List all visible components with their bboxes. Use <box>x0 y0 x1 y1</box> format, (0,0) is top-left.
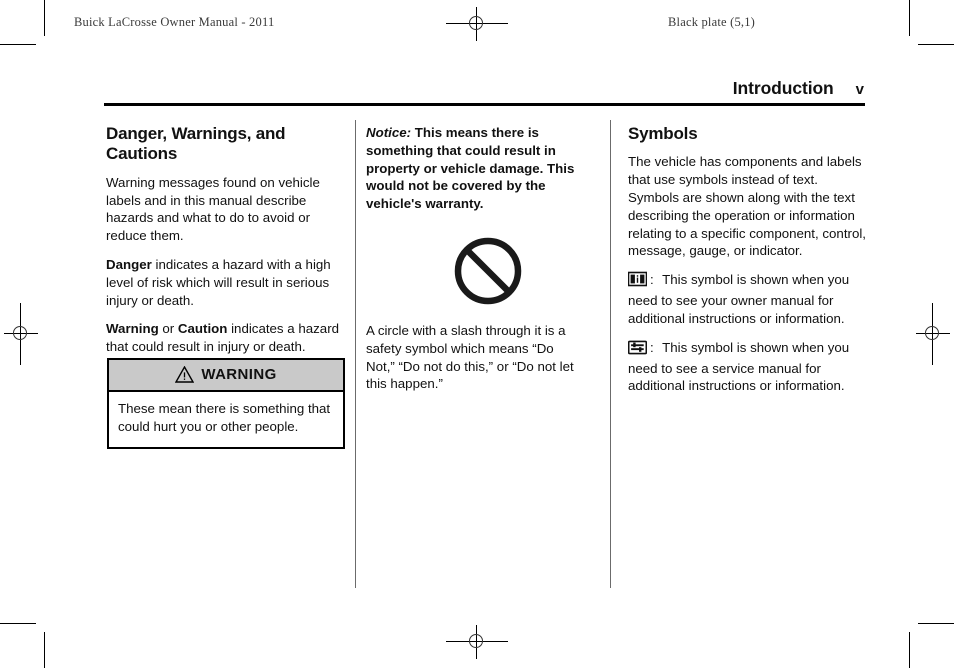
registration-crosshair-icon-top <box>446 7 508 41</box>
warning-box-title: WARNING <box>201 366 277 383</box>
page-title: Introduction <box>732 78 834 98</box>
owner-manual-symbol-separator: : <box>650 272 654 288</box>
warning-triangle-icon <box>175 366 195 383</box>
service-manual-symbol-text: This symbol is shown when you need to se… <box>628 339 850 394</box>
registration-crosshair-icon-bottom <box>446 625 508 659</box>
term-conjunction: or <box>158 321 178 337</box>
header-rule <box>104 103 865 106</box>
warning-callout-box: WARNING These mean there is something th… <box>107 358 345 449</box>
crop-mark-bottom-right-vertical <box>909 632 910 668</box>
term-warning: Warning <box>106 321 159 337</box>
term-danger: Danger <box>106 257 152 273</box>
column-middle-caption: A circle with a slash through it is a sa… <box>366 322 581 393</box>
crop-mark-bottom-left-vertical <box>44 632 45 668</box>
crop-mark-top-left-vertical <box>44 0 45 36</box>
registration-crosshair-icon-left <box>4 303 38 365</box>
crop-mark-top-right-vertical <box>909 0 910 36</box>
crop-mark-bottom-left-horizontal <box>0 623 36 624</box>
term-caution: Caution <box>177 321 228 337</box>
owner-manual-symbol-text: This symbol is shown when you need to se… <box>628 272 850 326</box>
paragraph-notice: Notice: This means there is something th… <box>366 124 581 213</box>
column-right: Symbols The vehicle has components and l… <box>627 124 871 395</box>
circle-slash-icon <box>452 235 524 307</box>
heading-danger-warnings-cautions: Danger, Warnings, and Cautions <box>106 124 286 164</box>
paragraph-warning-caution-definition: Warning or Caution indicates a hazard th… <box>106 320 349 356</box>
paragraph-circle-slash-caption: A circle with a slash through it is a sa… <box>366 323 574 392</box>
notice-label: Notice: <box>366 125 412 140</box>
paragraph-symbols-intro: The vehicle has components and labels th… <box>628 154 866 259</box>
registration-crosshair-icon-right <box>916 303 950 365</box>
paragraph-owner-manual-symbol: : This symbol is shown when you need to … <box>627 271 871 327</box>
paragraph-danger-definition: Danger indicates a hazard with a high le… <box>106 256 349 309</box>
warning-box-body: These mean there is something that could… <box>118 401 331 434</box>
manual-title-running-head: Buick LaCrosse Owner Manual - 2011 <box>74 15 275 29</box>
page-header: Introduction v <box>104 78 864 99</box>
column-middle: Notice: This means there is something th… <box>366 124 581 213</box>
service-manual-symbol-separator: : <box>650 339 654 355</box>
crop-mark-top-left-horizontal <box>0 44 36 45</box>
crop-mark-top-right-horizontal <box>918 44 954 45</box>
crop-mark-bottom-right-horizontal <box>918 623 954 624</box>
service-manual-icon <box>627 340 648 360</box>
column-left: Danger, Warnings, and Cautions Warning m… <box>106 124 349 356</box>
paragraph-service-manual-symbol: : This symbol is shown when you need to … <box>627 339 871 395</box>
page-number: v <box>855 81 864 98</box>
black-plate-running-head: Black plate (5,1) <box>668 15 756 29</box>
column-divider-2 <box>610 120 611 588</box>
warning-box-header: WARNING <box>109 360 343 392</box>
paragraph-warning-messages: Warning messages found on vehicle labels… <box>106 174 320 244</box>
column-divider-1 <box>355 120 356 588</box>
owner-manual-book-icon <box>627 271 648 292</box>
heading-symbols: Symbols <box>628 124 698 143</box>
